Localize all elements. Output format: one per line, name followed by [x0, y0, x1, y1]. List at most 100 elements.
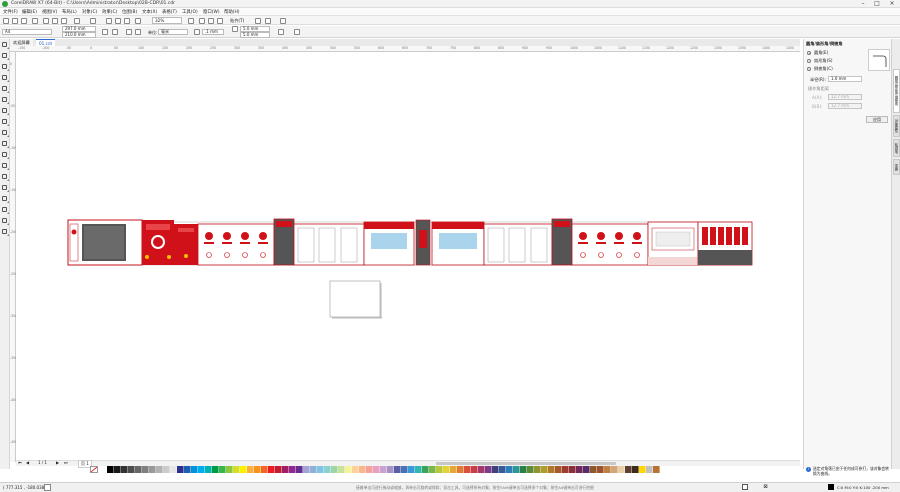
units-select[interactable]: 毫米	[158, 29, 188, 35]
color-swatch[interactable]	[478, 466, 485, 473]
color-swatch[interactable]	[212, 466, 219, 473]
menu-edit[interactable]: 编辑(E)	[22, 9, 37, 15]
rectangle-tool-icon[interactable]	[2, 108, 9, 115]
field-b-input[interactable]: 12.7 mm	[828, 103, 862, 109]
field-a-input[interactable]: 12.7 mm	[828, 94, 862, 100]
vtab-outline-pen[interactable]: 轮廓笔	[893, 139, 900, 157]
color-swatch[interactable]	[639, 466, 646, 473]
color-swatch[interactable]	[310, 466, 317, 473]
color-swatch[interactable]	[429, 466, 436, 473]
color-swatch[interactable]	[261, 466, 268, 473]
color-swatch[interactable]	[506, 466, 513, 473]
options-icon[interactable]	[255, 17, 261, 24]
transparency-tool-icon[interactable]	[2, 185, 9, 192]
color-swatch[interactable]	[527, 466, 534, 473]
color-swatch[interactable]	[464, 466, 471, 473]
color-swatch[interactable]	[352, 466, 359, 473]
menu-bitmaps[interactable]: 位图(B)	[122, 9, 137, 15]
tab-document[interactable]: 01.cdr	[36, 39, 56, 46]
menu-file[interactable]: 文件(F)	[3, 9, 18, 15]
color-swatch[interactable]	[128, 466, 135, 473]
color-swatch[interactable]	[415, 466, 422, 473]
color-swatch[interactable]	[338, 466, 345, 473]
color-swatch[interactable]	[303, 466, 310, 473]
menu-effects[interactable]: 效果(C)	[102, 9, 117, 15]
page-size-select[interactable]: A4	[2, 29, 52, 35]
color-swatch[interactable]	[646, 466, 653, 473]
last-page-icon[interactable]: ⏭	[64, 460, 68, 465]
first-page-icon[interactable]: ⏮	[18, 460, 22, 465]
color-swatch[interactable]	[331, 466, 338, 473]
connector-tool-icon[interactable]	[2, 163, 9, 170]
color-swatch[interactable]	[485, 466, 492, 473]
color-swatch[interactable]	[562, 466, 569, 473]
minimize-icon[interactable]: –	[856, 0, 870, 8]
color-swatch[interactable]	[443, 466, 450, 473]
color-swatch[interactable]	[534, 466, 541, 473]
color-swatch[interactable]	[226, 466, 233, 473]
color-swatch[interactable]	[436, 466, 443, 473]
color-swatch[interactable]	[247, 466, 254, 473]
color-swatch[interactable]	[289, 466, 296, 473]
color-swatch[interactable]	[184, 466, 191, 473]
color-swatch[interactable]	[282, 466, 289, 473]
radius-field[interactable]: 1.0 mm	[828, 76, 862, 82]
color-swatch[interactable]	[569, 466, 576, 473]
search-content-icon[interactable]	[106, 17, 112, 24]
color-swatch[interactable]	[499, 466, 506, 473]
color-swatch[interactable]	[583, 466, 590, 473]
vtab-object-properties[interactable]: 对象属性	[893, 115, 900, 137]
landscape-icon[interactable]	[112, 29, 118, 35]
menu-object[interactable]: 对象(C)	[82, 9, 97, 15]
interactive-fill-tool-icon[interactable]	[2, 207, 9, 214]
color-swatch[interactable]	[240, 466, 247, 473]
color-swatch[interactable]	[324, 466, 331, 473]
scroll-thumb[interactable]	[436, 462, 616, 465]
redo-icon[interactable]	[90, 17, 96, 24]
color-swatch[interactable]	[471, 466, 478, 473]
color-swatch[interactable]	[422, 466, 429, 473]
color-swatch[interactable]	[450, 466, 457, 473]
color-swatch[interactable]	[345, 466, 352, 473]
color-swatch[interactable]	[513, 466, 520, 473]
show-rulers-icon[interactable]	[199, 17, 205, 24]
full-screen-icon[interactable]	[188, 17, 194, 24]
color-swatch[interactable]	[618, 466, 625, 473]
vtab-fillet[interactable]: 圆角/扇形角/倒棱角	[893, 69, 900, 113]
fill-color-icon[interactable]	[742, 484, 748, 490]
color-swatch[interactable]	[408, 466, 415, 473]
menu-layout[interactable]: 布局(L)	[62, 9, 77, 15]
export-icon[interactable]	[124, 17, 130, 24]
import-icon[interactable]	[115, 17, 121, 24]
page-height-field[interactable]: 210.0 mm	[62, 32, 96, 38]
color-swatch[interactable]	[604, 466, 611, 473]
maximize-icon[interactable]: □	[870, 0, 884, 8]
menu-help[interactable]: 帮助(H)	[224, 9, 240, 15]
parallel-dimension-tool-icon[interactable]	[2, 152, 9, 159]
color-swatch[interactable]	[380, 466, 387, 473]
close-icon[interactable]: ×	[885, 0, 899, 8]
new-document-icon[interactable]	[3, 17, 9, 24]
no-color-swatch[interactable]	[90, 466, 98, 473]
color-swatch[interactable]	[373, 466, 380, 473]
cut-icon[interactable]	[43, 17, 49, 24]
print-icon[interactable]	[32, 17, 38, 24]
zoom-tool-icon[interactable]	[2, 75, 9, 82]
menu-text[interactable]: 文本(X)	[142, 9, 157, 15]
polygon-tool-icon[interactable]	[2, 130, 9, 137]
color-swatch[interactable]	[555, 466, 562, 473]
welcome-screen-icon[interactable]	[280, 17, 286, 24]
apply-button[interactable]: 应用	[866, 116, 888, 123]
current-page-icon[interactable]	[135, 29, 141, 35]
color-swatch[interactable]	[149, 466, 156, 473]
color-swatch[interactable]	[205, 466, 212, 473]
prev-page-icon[interactable]: ◀	[26, 460, 29, 465]
color-swatch[interactable]	[366, 466, 373, 473]
zoom-level-select[interactable]: 32%	[152, 17, 182, 24]
artistic-media-tool-icon[interactable]	[2, 97, 9, 104]
undo-icon[interactable]	[74, 17, 80, 24]
shape-tool-icon[interactable]	[2, 53, 9, 60]
scallop-radio[interactable]	[807, 59, 811, 63]
snap-to-dropdown[interactable]: 贴齐(T)	[230, 18, 244, 24]
open-icon[interactable]	[12, 17, 18, 24]
